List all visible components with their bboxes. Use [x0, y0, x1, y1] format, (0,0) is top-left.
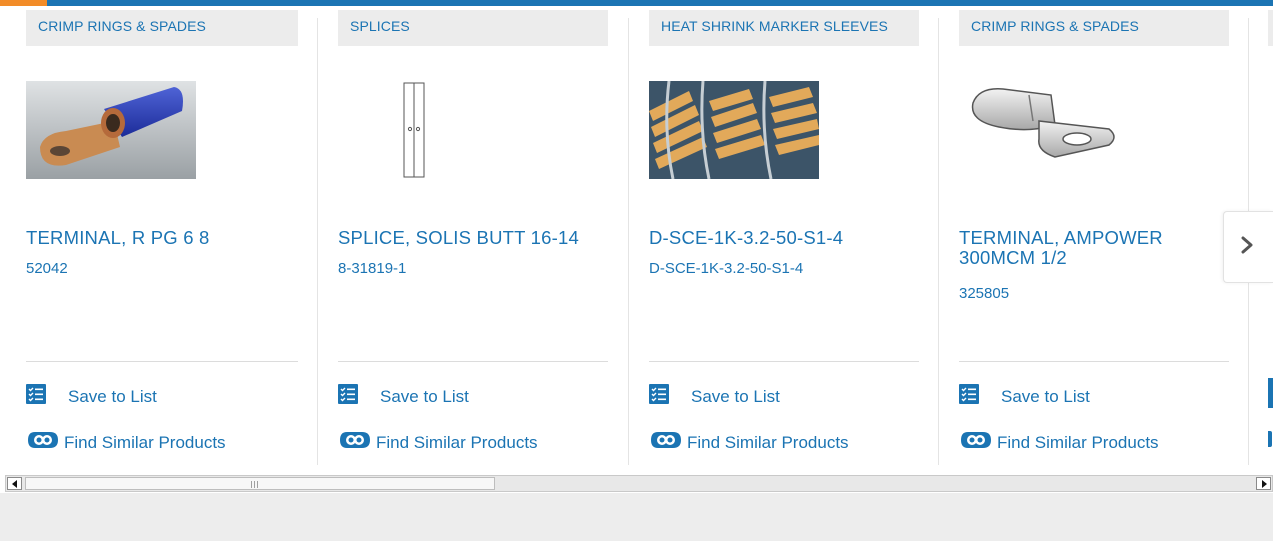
card-divider — [338, 361, 608, 362]
product-card: CRIMP RINGS & SPADES TERMINAL, R PG 6 8 … — [26, 6, 298, 465]
category-label[interactable]: CRIMP RINGS & SPADES — [959, 10, 1229, 46]
scroll-grip — [251, 481, 260, 488]
save-to-list-label: Save to List — [691, 386, 780, 406]
product-number[interactable]: 325805 — [959, 285, 1009, 302]
card-divider — [959, 361, 1229, 362]
product-card: CRIMP RINGS & SPADES TERMINAL, AMPOWER 3… — [959, 6, 1229, 465]
product-name-link[interactable]: TERMINAL, R PG 6 8 — [26, 228, 286, 248]
category-label[interactable]: SPLICES — [338, 10, 608, 46]
product-name-link[interactable]: TERMINAL, AMPOWER 300MCM 1/2 — [959, 228, 1221, 268]
product-number[interactable]: 52042 — [26, 260, 68, 277]
product-name-link[interactable]: SPLICE, SOLIS BUTT 16-14 — [338, 228, 608, 248]
card-divider — [26, 361, 298, 362]
page-footer-area — [0, 493, 1273, 541]
find-similar-button[interactable]: Find Similar Products — [959, 428, 1159, 457]
column-divider — [317, 18, 318, 465]
save-to-list-label: Save to List — [68, 386, 157, 406]
find-similar-icon — [338, 428, 372, 457]
find-similar-label: Find Similar Products — [376, 432, 538, 452]
product-card: SPLICES SPLICE, SOLIS BUTT 16-14 8-31819… — [338, 6, 608, 465]
product-carousel: CRIMP RINGS & SPADES TERMINAL, R PG 6 8 … — [0, 6, 1273, 475]
triangle-left-icon — [11, 475, 19, 493]
card-divider — [649, 361, 919, 362]
list-checklist-icon — [649, 384, 669, 409]
column-divider — [628, 18, 629, 465]
find-similar-label: Find Similar Products — [64, 432, 226, 452]
chevron-right-icon — [1240, 236, 1254, 259]
find-similar-button[interactable]: Find Similar Products — [26, 428, 226, 457]
find-similar-label: Find Similar Products — [687, 432, 849, 452]
find-similar-button[interactable]: Find Similar Products — [338, 428, 538, 457]
product-image-ring-terminal[interactable] — [26, 81, 196, 179]
scroll-right-button[interactable] — [1256, 477, 1271, 490]
scroll-left-button[interactable] — [7, 477, 22, 490]
product-image-marker-sleeves[interactable] — [649, 81, 819, 179]
list-checklist-icon — [959, 384, 979, 409]
find-similar-icon — [959, 428, 993, 457]
column-divider — [938, 18, 939, 465]
list-checklist-icon[interactable] — [1268, 378, 1273, 408]
scroll-thumb[interactable] — [25, 477, 495, 490]
product-number[interactable]: 8-31819-1 — [338, 260, 406, 277]
save-to-list-button[interactable]: Save to List — [649, 384, 780, 409]
save-to-list-label: Save to List — [380, 386, 469, 406]
save-to-list-label: Save to List — [1001, 386, 1090, 406]
product-image-lug-terminal[interactable] — [959, 81, 1119, 179]
carousel-next-button[interactable] — [1223, 211, 1273, 283]
horizontal-scrollbar[interactable] — [5, 475, 1273, 492]
save-to-list-button[interactable]: Save to List — [338, 384, 469, 409]
product-card: HEAT SHRINK MARKER SLEEVES D-SCE-1K-3.2-… — [649, 6, 919, 465]
product-number[interactable]: D-SCE-1K-3.2-50-S1-4 — [649, 260, 803, 277]
find-similar-icon — [649, 428, 683, 457]
list-checklist-icon — [26, 384, 46, 409]
find-similar-icon[interactable] — [1268, 431, 1272, 447]
find-similar-button[interactable]: Find Similar Products — [649, 428, 849, 457]
category-label[interactable]: HEAT SHRINK MARKER SLEEVES — [649, 10, 919, 46]
find-similar-label: Find Similar Products — [997, 432, 1159, 452]
product-name-link[interactable]: D-SCE-1K-3.2-50-S1-4 — [649, 228, 919, 248]
triangle-right-icon — [1260, 475, 1268, 493]
product-image-butt-splice[interactable] — [400, 81, 430, 179]
category-label[interactable]: CRIMP RINGS & SPADES — [26, 10, 298, 46]
find-similar-icon — [26, 428, 60, 457]
save-to-list-button[interactable]: Save to List — [26, 384, 157, 409]
category-label[interactable] — [1268, 10, 1273, 46]
list-checklist-icon — [338, 384, 358, 409]
save-to-list-button[interactable]: Save to List — [959, 384, 1090, 409]
